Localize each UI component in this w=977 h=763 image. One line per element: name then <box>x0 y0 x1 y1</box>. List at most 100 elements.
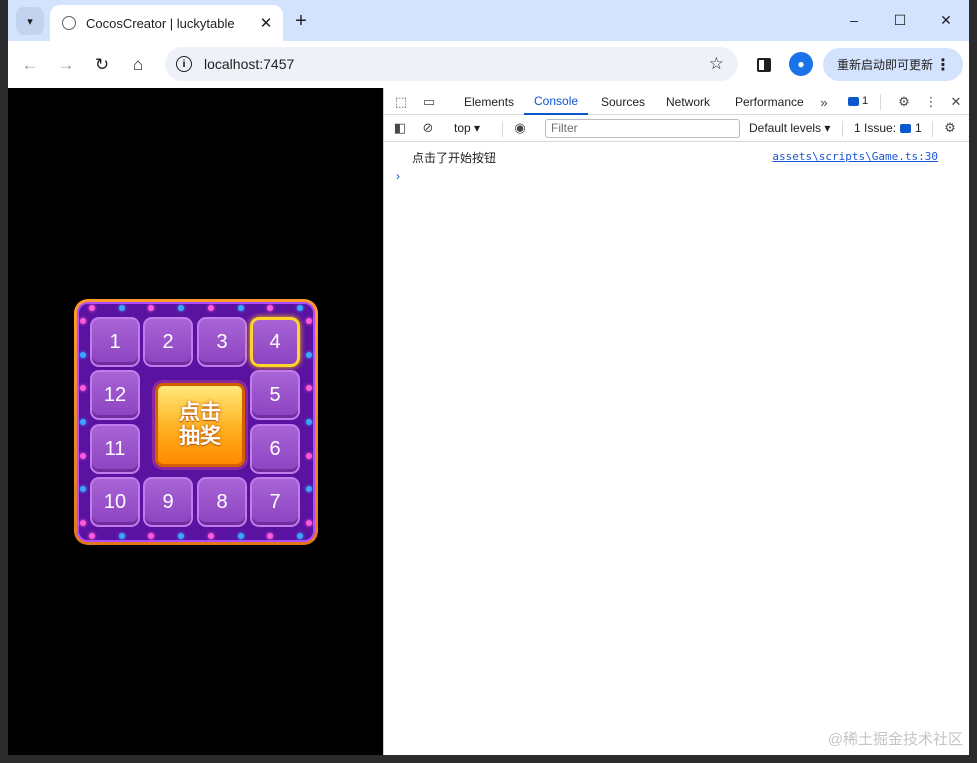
address-bar[interactable]: i localhost:7457 ☆ <box>165 47 738 81</box>
led-light <box>306 418 312 425</box>
tab-sources[interactable]: Sources <box>591 88 655 115</box>
reload-icon: ↻ <box>94 55 110 74</box>
led-row-bottom <box>89 533 303 539</box>
more-vert-icon: ⋮ <box>935 56 951 74</box>
person-icon: ● <box>797 57 805 71</box>
close-window-button[interactable]: ✕ <box>923 6 969 34</box>
more-tabs-icon[interactable]: » <box>814 92 834 112</box>
led-light <box>306 519 312 526</box>
led-light <box>306 351 312 358</box>
led-light <box>306 452 312 459</box>
browser-tab[interactable]: CocosCreator | luckytable ✕ <box>50 5 283 41</box>
minimize-button[interactable]: – <box>831 6 877 34</box>
led-light <box>207 305 214 311</box>
prize-cell-7: 7 <box>250 477 300 527</box>
led-light <box>80 519 86 526</box>
console-message: 点击了开始按钮 assets\scripts\Game.ts:30 <box>384 144 969 166</box>
sidebar-toggle-icon[interactable]: ◧ <box>390 118 410 138</box>
prize-cell-8: 8 <box>197 477 247 527</box>
forward-button[interactable]: → <box>53 52 79 78</box>
led-light <box>80 486 86 493</box>
led-light <box>237 305 244 311</box>
profile-avatar[interactable]: ● <box>789 52 813 76</box>
prize-cell-1: 1 <box>90 317 140 367</box>
led-row-top <box>89 305 303 311</box>
tab-title: CocosCreator | luckytable <box>86 15 235 31</box>
messages-count: 1 <box>862 95 869 107</box>
led-light <box>80 418 86 425</box>
favicon-icon <box>62 16 76 30</box>
led-column-left <box>80 318 86 526</box>
inspect-element-icon[interactable]: ⬚ <box>391 92 411 112</box>
home-button[interactable]: ⌂ <box>125 52 151 78</box>
led-light <box>306 385 312 392</box>
message-icon <box>848 96 859 106</box>
tab-close-icon[interactable]: ✕ <box>255 12 277 34</box>
led-light <box>89 305 95 311</box>
arrow-right-icon: → <box>57 55 75 74</box>
issues-button[interactable]: 1 Issue: 1 <box>854 121 922 135</box>
eye-icon[interactable]: ◉ <box>510 118 530 138</box>
led-light <box>296 533 303 539</box>
led-light <box>118 305 125 311</box>
levels-label: Default levels <box>749 121 822 135</box>
issues-label: 1 Issue: <box>854 121 897 135</box>
led-light <box>306 318 312 324</box>
led-light <box>178 533 185 539</box>
prize-cell-2: 2 <box>143 317 193 367</box>
console-prompt[interactable]: › <box>396 169 400 183</box>
led-light <box>148 305 155 311</box>
home-icon: ⌂ <box>132 55 144 74</box>
back-button[interactable]: ← <box>17 52 43 78</box>
new-tab-button[interactable]: + <box>289 9 313 33</box>
tab-strip: ▾ CocosCreator | luckytable ✕ + – ☐ ✕ <box>8 0 969 41</box>
update-button[interactable]: 重新启动即可更新 ⋮ <box>823 48 963 81</box>
console-message-source-link[interactable]: assets\scripts\Game.ts:30 <box>772 150 938 163</box>
context-select[interactable]: top ▾ <box>454 121 480 135</box>
led-light <box>80 385 86 392</box>
log-levels-select[interactable]: Default levels ▾ <box>749 121 830 135</box>
site-info-icon[interactable]: i <box>176 56 192 72</box>
led-light <box>80 351 86 358</box>
arrow-left-icon: ← <box>21 55 39 74</box>
side-panel-button[interactable] <box>752 53 776 77</box>
led-column-right <box>306 318 312 526</box>
context-value: top <box>454 121 471 135</box>
filter-input[interactable]: Filter <box>545 119 740 138</box>
reload-button[interactable]: ↻ <box>89 52 115 78</box>
console-settings-gear-icon[interactable]: ⚙ <box>940 118 960 138</box>
lottery-board-inner: 1 2 3 4 5 6 7 8 9 10 11 12 点击 抽奖 <box>77 302 315 542</box>
led-light <box>89 533 95 539</box>
led-light <box>237 533 244 539</box>
tab-elements[interactable]: Elements <box>454 88 524 115</box>
led-light <box>80 452 86 459</box>
bookmark-star-icon[interactable]: ☆ <box>709 54 724 74</box>
prize-cell-5: 5 <box>250 370 300 420</box>
maximize-button[interactable]: ☐ <box>877 6 923 34</box>
close-devtools-icon[interactable]: ✕ <box>946 92 966 112</box>
console-message-text: 点击了开始按钮 <box>412 151 497 165</box>
prize-cell-6: 6 <box>250 424 300 474</box>
device-toolbar-icon[interactable]: ▭ <box>419 92 439 112</box>
tab-console[interactable]: Console <box>524 88 589 115</box>
settings-gear-icon[interactable]: ⚙ <box>894 92 914 112</box>
clear-console-icon[interactable]: ⊘ <box>418 118 438 138</box>
dropdown-caret-icon: ▾ <box>474 121 481 135</box>
console-toolbar: ◧ ⊘ top ▾ ◉ Filter Default levels ▾ 1 Is… <box>384 115 969 142</box>
url-text[interactable]: localhost:7457 <box>204 56 709 72</box>
more-options-icon[interactable]: ⋮ <box>921 92 941 112</box>
messages-badge[interactable]: 1 <box>848 95 868 107</box>
tab-performance[interactable]: Performance <box>725 88 814 115</box>
devtools-panel: ⬚ ▭ Elements Console Sources Network Per… <box>383 88 969 755</box>
browser-window: ▾ CocosCreator | luckytable ✕ + – ☐ ✕ ← … <box>8 0 969 755</box>
prize-cell-10: 10 <box>90 477 140 527</box>
prize-cell-12: 12 <box>90 370 140 420</box>
prize-cell-4: 4 <box>250 317 300 367</box>
browser-toolbar: ← → ↻ ⌂ i localhost:7457 ☆ ● 重新启动即可更新 ⋮ <box>8 41 969 88</box>
tab-search-button[interactable]: ▾ <box>16 7 44 35</box>
prize-cell-3: 3 <box>197 317 247 367</box>
side-panel-icon <box>757 58 771 72</box>
led-light <box>80 318 86 324</box>
tab-network[interactable]: Network <box>656 88 720 115</box>
draw-button[interactable]: 点击 抽奖 <box>155 383 245 467</box>
